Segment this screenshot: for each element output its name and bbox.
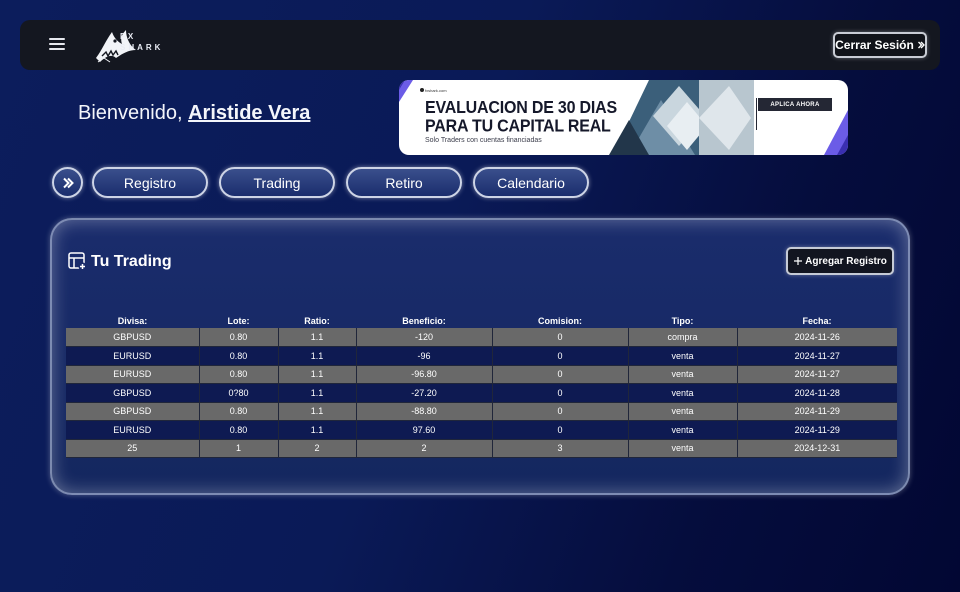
cell-comision: 0 [492, 402, 629, 421]
top-navbar: FX SHARK Cerrar Sesión [20, 20, 940, 70]
banner-title: EVALUACION DE 30 DIAS PARA TU CAPITAL RE… [425, 99, 617, 136]
cell-comision: 0 [492, 365, 629, 384]
cell-divisa: 25 [66, 439, 200, 458]
cell-lote: 0.80 [199, 402, 279, 421]
hamburger-menu-icon[interactable] [49, 38, 65, 52]
cell-beneficio: 97.60 [356, 420, 493, 440]
column-header-divisa[interactable]: Divisa: [66, 314, 199, 328]
cell-tipo: venta [628, 365, 738, 384]
cell-tipo: venta [628, 402, 738, 421]
column-header-tipo[interactable]: Tipo: [628, 314, 737, 328]
brand-line-shark: SHARK [120, 43, 164, 52]
cell-comision: 0 [492, 383, 629, 403]
cell-comision: 0 [492, 328, 629, 347]
table-row[interactable]: EURUSD 0.80 1.1 97.60 0 venta 2024-11-29 [66, 420, 897, 440]
cell-lote: 0?80 [199, 383, 279, 403]
column-header-fecha[interactable]: Fecha: [737, 314, 897, 328]
cell-ratio: 1.1 [278, 328, 357, 347]
table-row[interactable]: 25 1 2 2 3 venta 2024-12-31 [66, 439, 897, 458]
welcome-message: Bienvenido, Aristide Vera [78, 102, 310, 125]
cell-fecha: 2024-11-27 [737, 346, 897, 366]
cell-divisa: GBPUSD [66, 402, 200, 421]
panel-title-text: Tu Trading [91, 252, 172, 270]
cell-tipo: venta [628, 420, 738, 440]
cell-divisa: EURUSD [66, 346, 200, 366]
cell-beneficio: -27.20 [356, 383, 493, 403]
cell-lote: 0.80 [199, 420, 279, 440]
column-header-ratio[interactable]: Ratio: [278, 314, 356, 328]
add-record-label: Agregar Registro [805, 255, 887, 267]
cell-beneficio: -96 [356, 346, 493, 366]
chevron-right-icon [917, 41, 925, 49]
nav-toggle-button[interactable] [52, 167, 83, 198]
brand-line-fx: FX [120, 32, 137, 41]
cell-beneficio: -120 [356, 328, 493, 347]
cell-fecha: 2024-11-26 [737, 328, 897, 347]
table-row[interactable]: GBPUSD 0.80 1.1 -88.80 0 venta 2024-11-2… [66, 402, 897, 421]
plus-icon [794, 257, 803, 265]
user-name-link[interactable]: Aristide Vera [188, 102, 310, 124]
cell-lote: 0.80 [199, 365, 279, 384]
banner-title-line2: PARA TU CAPITAL REAL [425, 117, 611, 136]
nav-tab-trading[interactable]: Trading [219, 167, 335, 198]
chevron-right-icon [62, 177, 74, 188]
cell-lote: 0.80 [199, 346, 279, 366]
cell-tipo: compra [628, 328, 738, 347]
cell-beneficio: 2 [356, 439, 493, 458]
trades-table: Divisa: Lote: Ratio: Beneficio: Comision… [66, 314, 897, 458]
cell-tipo: venta [628, 346, 738, 366]
banner-divider [756, 98, 757, 130]
table-add-icon [68, 252, 87, 271]
table-row[interactable]: EURUSD 0.80 1.1 -96.80 0 venta 2024-11-2… [66, 365, 897, 384]
table-row[interactable]: EURUSD 0.80 1.1 -96 0 venta 2024-11-27 [66, 346, 897, 366]
cell-beneficio: -96.80 [356, 365, 493, 384]
banner-title-line1: EVALUACION DE 30 DIAS [425, 99, 617, 118]
cell-fecha: 2024-12-31 [737, 439, 897, 458]
cell-ratio: 1.1 [278, 346, 357, 366]
logout-label: Cerrar Sesión [835, 38, 914, 52]
trading-panel: Tu Trading Agregar Registro Divisa: Lote… [50, 218, 910, 495]
brand-wordmark: FX SHARK [120, 31, 163, 53]
nav-tab-registro[interactable]: Registro [92, 167, 208, 198]
table-row[interactable]: GBPUSD 0?80 1.1 -27.20 0 venta 2024-11-2… [66, 383, 897, 403]
cell-divisa: EURUSD [66, 365, 200, 384]
promo-banner[interactable]: fxshark.com EVALUACION DE 30 DIAS PARA T… [399, 80, 848, 155]
cell-ratio: 1.1 [278, 365, 357, 384]
cell-divisa: EURUSD [66, 420, 200, 440]
table-header-row: Divisa: Lote: Ratio: Beneficio: Comision… [66, 314, 897, 328]
logout-button[interactable]: Cerrar Sesión [833, 32, 927, 58]
cell-fecha: 2024-11-29 [737, 402, 897, 421]
nav-tab-calendario[interactable]: Calendario [473, 167, 589, 198]
cell-lote: 1 [199, 439, 279, 458]
cell-divisa: GBPUSD [66, 383, 200, 403]
add-record-button[interactable]: Agregar Registro [786, 247, 894, 275]
panel-title: Tu Trading [68, 252, 172, 271]
cell-ratio: 1.1 [278, 420, 357, 440]
column-header-comision[interactable]: Comision: [492, 314, 628, 328]
table-row[interactable]: GBPUSD 0.80 1.1 -120 0 compra 2024-11-26 [66, 328, 897, 347]
cell-comision: 0 [492, 420, 629, 440]
cell-ratio: 1.1 [278, 402, 357, 421]
cell-tipo: venta [628, 439, 738, 458]
welcome-greeting: Bienvenido, [78, 102, 183, 124]
cell-ratio: 2 [278, 439, 357, 458]
cell-lote: 0.80 [199, 328, 279, 347]
nav-tab-retiro[interactable]: Retiro [346, 167, 462, 198]
column-header-lote[interactable]: Lote: [199, 314, 278, 328]
banner-source-dot [420, 88, 424, 92]
cell-comision: 0 [492, 346, 629, 366]
banner-subtitle: Solo Traders con cuentas financiadas [425, 137, 542, 144]
cell-comision: 3 [492, 439, 629, 458]
cell-tipo: venta [628, 383, 738, 403]
cell-fecha: 2024-11-27 [737, 365, 897, 384]
cell-beneficio: -88.80 [356, 402, 493, 421]
cell-fecha: 2024-11-28 [737, 383, 897, 403]
banner-cta-button[interactable]: APLICA AHORA [758, 98, 832, 111]
cell-divisa: GBPUSD [66, 328, 200, 347]
banner-source: fxshark.com [425, 88, 447, 93]
cell-fecha: 2024-11-29 [737, 420, 897, 440]
column-header-beneficio[interactable]: Beneficio: [356, 314, 492, 328]
cell-ratio: 1.1 [278, 383, 357, 403]
